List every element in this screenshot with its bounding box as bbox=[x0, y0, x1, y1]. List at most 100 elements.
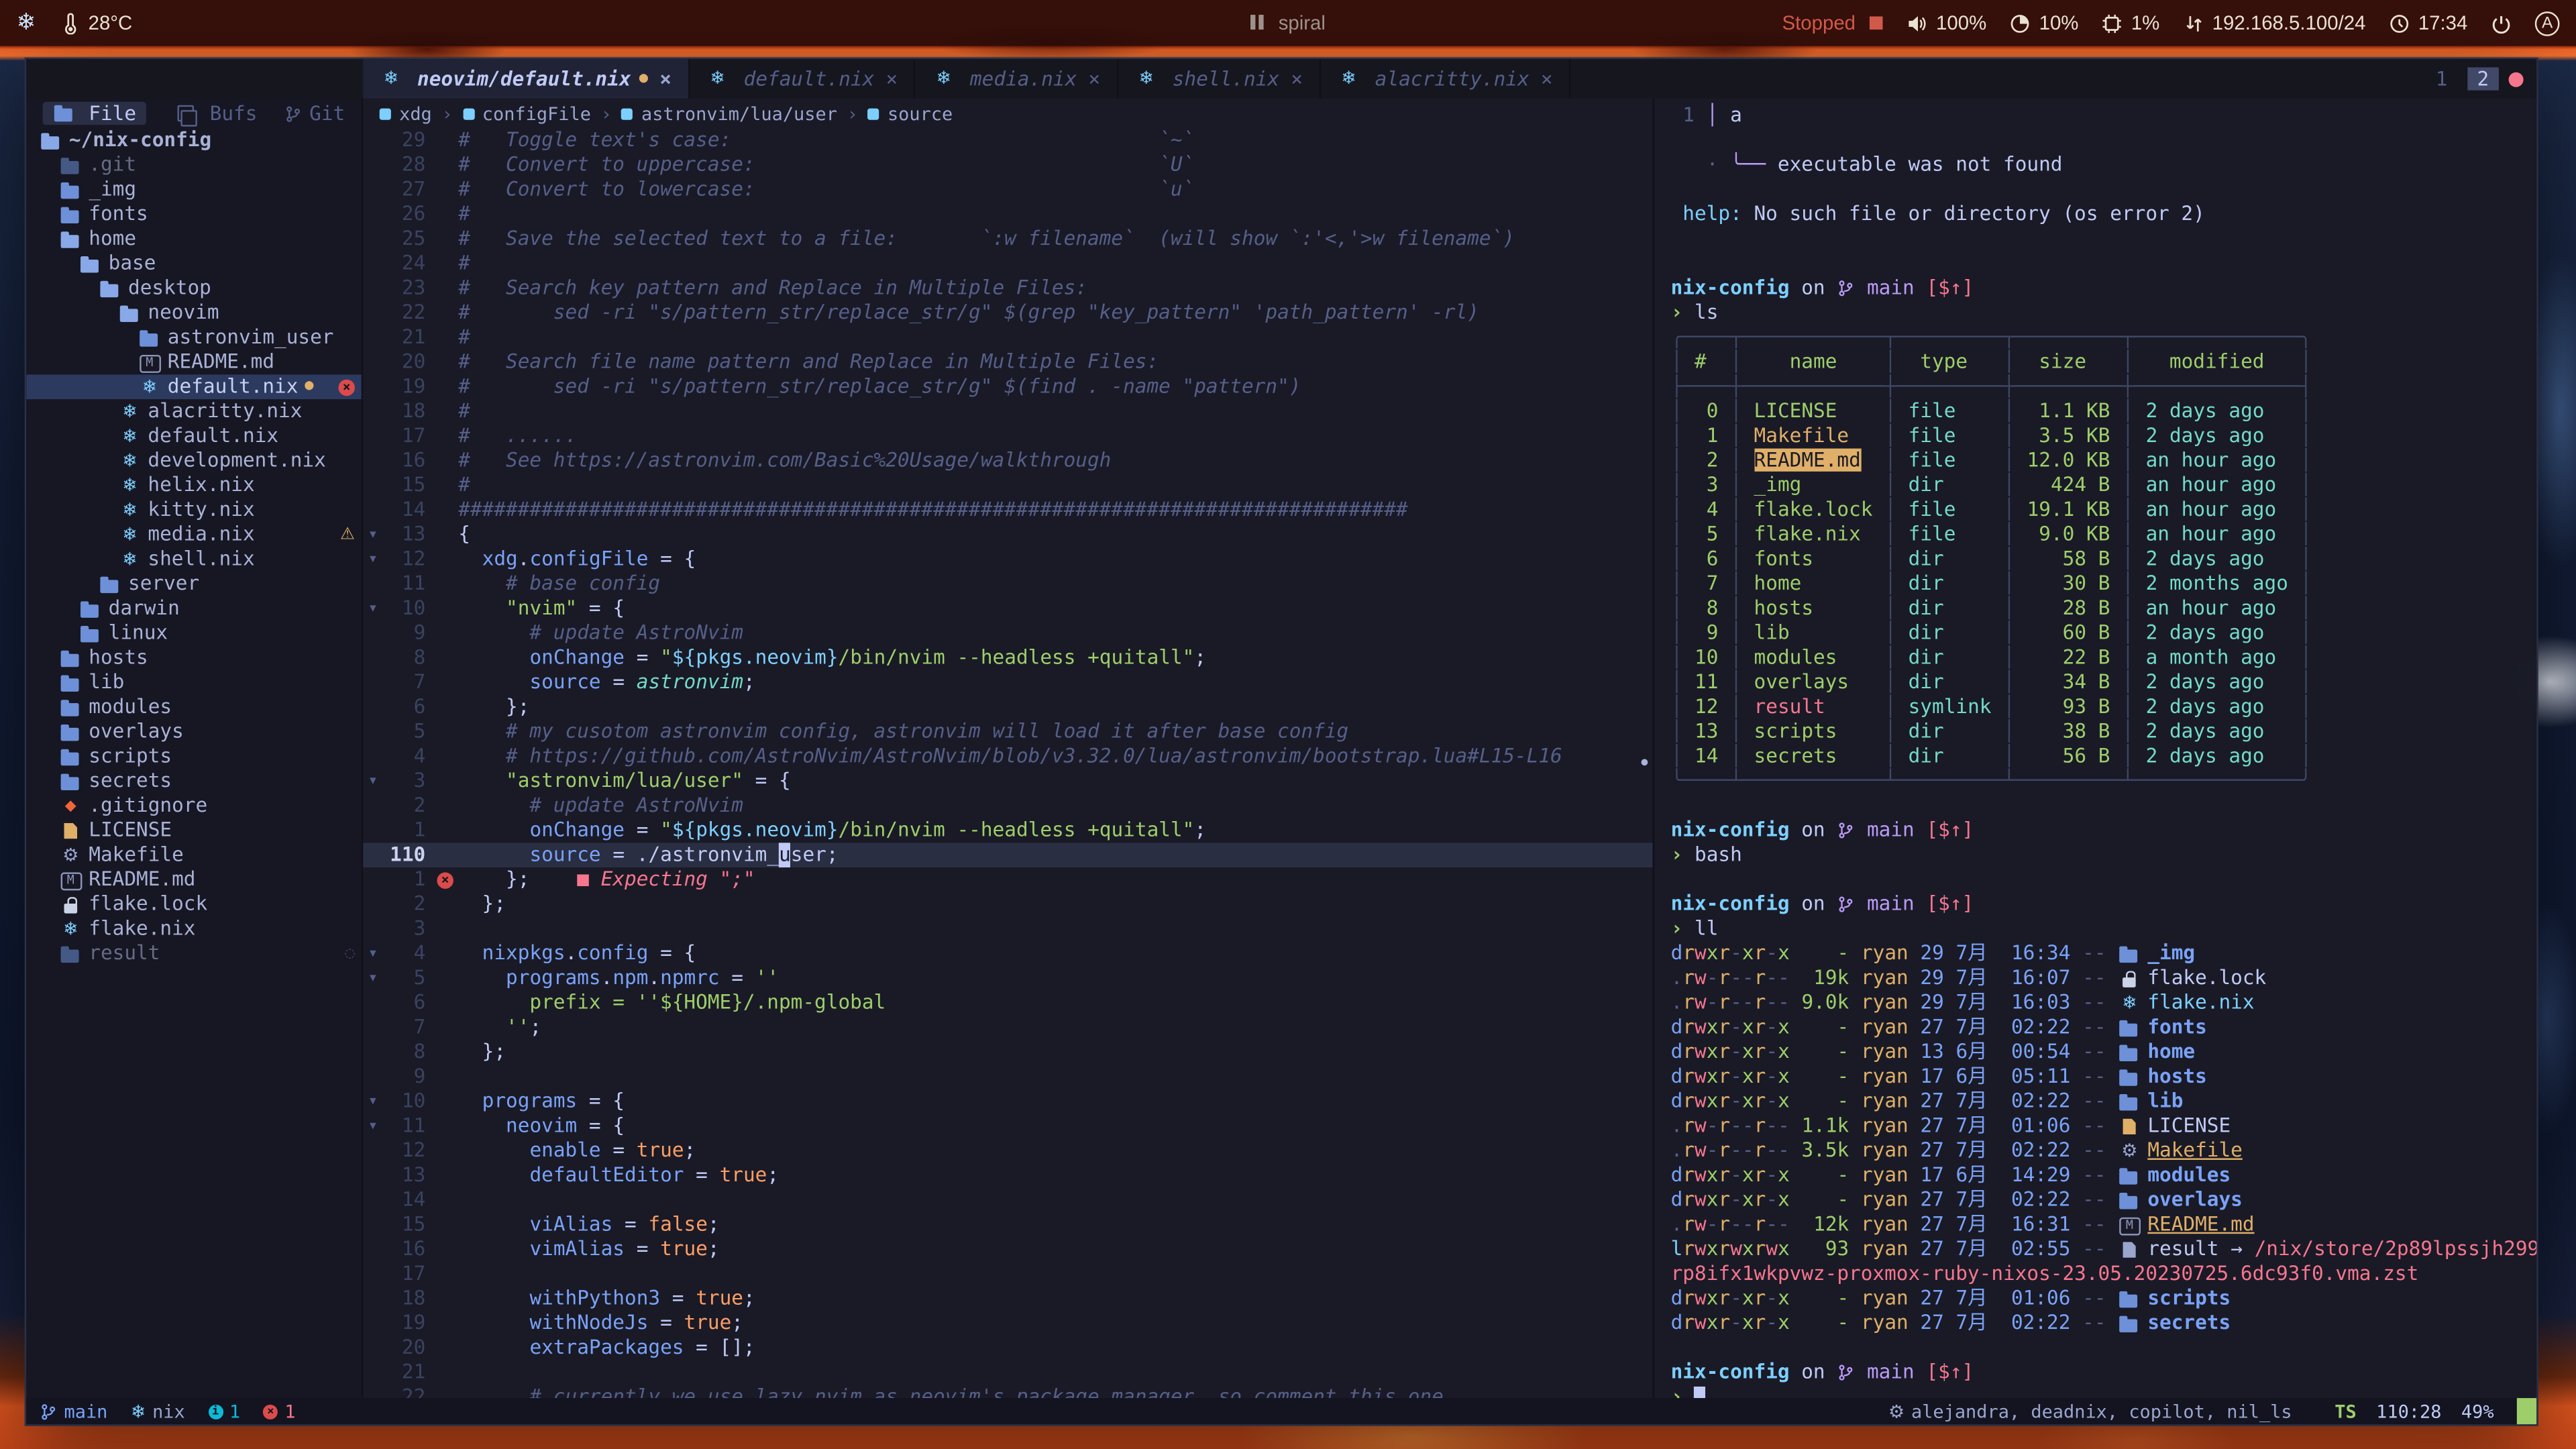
line-number: 2 bbox=[383, 794, 432, 818]
fold-column bbox=[363, 744, 382, 769]
buffer-tab-alacritty.nix[interactable]: ❄alacritty.nix× bbox=[1321, 59, 1571, 99]
line-number: 6 bbox=[383, 991, 432, 1016]
fold-column bbox=[363, 1065, 382, 1089]
tree-item-linux[interactable]: linux bbox=[26, 621, 362, 646]
close-buffer-icon[interactable]: × bbox=[1291, 67, 1303, 90]
thermometer-icon bbox=[59, 12, 80, 34]
fold-column bbox=[363, 153, 382, 178]
tree-item-neovim[interactable]: neovim bbox=[26, 301, 362, 325]
line-number: 20 bbox=[383, 350, 432, 375]
network-widget[interactable]: 192.168.5.100/24 bbox=[2183, 11, 2366, 34]
buffer-tab-shell.nix[interactable]: ❄shell.nix× bbox=[1118, 59, 1321, 99]
tree-item-default.nix[interactable]: ❄default.nix●× bbox=[26, 374, 362, 399]
tree-item-development.nix[interactable]: ❄development.nix bbox=[26, 449, 362, 474]
fold-column bbox=[363, 350, 382, 375]
diagnostic-error-segment[interactable]: × 1 bbox=[263, 1401, 295, 1422]
fold-column bbox=[363, 424, 382, 449]
tree-item-shell.nix[interactable]: ❄shell.nix bbox=[26, 547, 362, 572]
terminal-line bbox=[1671, 252, 2538, 276]
nix-icon: ❄ bbox=[118, 549, 141, 569]
close-buffer-icon[interactable]: × bbox=[1088, 67, 1100, 90]
tree-item-fonts[interactable]: fonts bbox=[26, 202, 362, 227]
tree-item-helix.nix[interactable]: ❄helix.nix bbox=[26, 473, 362, 498]
nixos-logo-icon[interactable]: ❄ bbox=[16, 10, 36, 36]
tabpage-1[interactable]: 1 bbox=[2426, 67, 2457, 90]
line-number: 18 bbox=[383, 399, 432, 424]
lsp-clients: alejandra, deadnix, copilot, nil_ls bbox=[1911, 1401, 2292, 1422]
tree-item-.git[interactable]: .git bbox=[26, 153, 362, 178]
tree-item-server[interactable]: server bbox=[26, 572, 362, 596]
close-window-icon[interactable] bbox=[2509, 72, 2524, 87]
tree-item-default.nix[interactable]: ❄default.nix bbox=[26, 424, 362, 449]
tree-item-darwin[interactable]: darwin bbox=[26, 596, 362, 621]
tree-item-LICENSE[interactable]: LICENSE bbox=[26, 818, 362, 843]
ls-table-row: │ 2 │ README.md │ file │ 12.0 KB │ an ho… bbox=[1671, 449, 2538, 474]
line-number: 23 bbox=[383, 276, 432, 301]
buffer-tab-media.nix[interactable]: ❄media.nix× bbox=[916, 59, 1118, 99]
lsp-clients-segment[interactable]: ⚙ alejandra, deadnix, copilot, nil_ls bbox=[1888, 1401, 2292, 1422]
terminal-pane[interactable]: 1 │ a · ╰── executable was not found hel… bbox=[1653, 99, 2538, 1398]
fold-open-icon: ▾ bbox=[363, 966, 382, 991]
keyboard-layout-indicator[interactable]: A bbox=[2535, 11, 2560, 36]
tree-item-secrets[interactable]: secrets bbox=[26, 769, 362, 794]
code-line: 23# Search key pattern and Replace in Mu… bbox=[363, 276, 1652, 301]
tree-item-result[interactable]: result◌ bbox=[26, 941, 362, 966]
lock-icon bbox=[2118, 969, 2141, 988]
tree-item-modules[interactable]: modules bbox=[26, 695, 362, 720]
close-buffer-icon[interactable]: × bbox=[659, 67, 672, 90]
breadcrumb-item: configFile bbox=[462, 103, 591, 124]
code-line: 21 bbox=[363, 1360, 1652, 1385]
git-branch-segment[interactable]: main bbox=[40, 1401, 108, 1422]
tree-root[interactable]: ~/nix-config bbox=[26, 128, 362, 153]
editor[interactable]: xdg›configFile›astronvim/lua/user›source… bbox=[363, 99, 1652, 1398]
tree-item-alacritty.nix[interactable]: ❄alacritty.nix bbox=[26, 399, 362, 424]
buffer-tab-default.nix[interactable]: ❄default.nix× bbox=[690, 59, 916, 99]
scrollbar-dot[interactable] bbox=[1642, 759, 1648, 765]
volume-widget[interactable]: 100% bbox=[1907, 11, 1986, 34]
line-number: 15 bbox=[383, 473, 432, 498]
tree-item-overlays[interactable]: overlays bbox=[26, 720, 362, 745]
tab-git[interactable]: Git bbox=[284, 102, 345, 125]
pause-icon bbox=[1250, 11, 1267, 34]
diagnostic-info-segment[interactable]: i 1 bbox=[208, 1401, 240, 1422]
line-number: 24 bbox=[383, 252, 432, 276]
tab-file[interactable]: File bbox=[43, 102, 146, 125]
git-branch-icon bbox=[1837, 1364, 1855, 1382]
tree-item-_img[interactable]: _img bbox=[26, 177, 362, 202]
recorder-widget[interactable]: Stopped bbox=[1782, 11, 1884, 34]
tree-item-hosts[interactable]: hosts bbox=[26, 645, 362, 670]
media-widget[interactable]: spiral bbox=[1250, 11, 1326, 34]
tree-item-home[interactable]: home bbox=[26, 227, 362, 252]
close-buffer-icon[interactable]: × bbox=[1541, 67, 1553, 90]
buffers-icon bbox=[174, 103, 197, 123]
ll-row: rp8ifx1wkpvwz-proxmox-ruby-nixos-23.05.2… bbox=[1671, 1262, 2538, 1287]
tree-item-.gitignore[interactable]: ◆.gitignore bbox=[26, 794, 362, 818]
tree-item-flake.lock[interactable]: flake.lock bbox=[26, 892, 362, 917]
fold-open-icon: ▾ bbox=[363, 547, 382, 572]
code-line: ▾10 "nvim" = { bbox=[363, 596, 1652, 621]
code-line: 24# bbox=[363, 252, 1652, 276]
tree-item-Makefile[interactable]: ⚙Makefile bbox=[26, 843, 362, 867]
ls-table-row: │ 1 │ Makefile │ file │ 3.5 KB │ 2 days … bbox=[1671, 424, 2538, 449]
tree-item-base[interactable]: base bbox=[26, 252, 362, 276]
tree-item-astronvim_user[interactable]: astronvim_user bbox=[26, 325, 362, 350]
tree-item-media.nix[interactable]: ❄media.nix⚠ bbox=[26, 523, 362, 547]
tree-item-kitty.nix[interactable]: ❄kitty.nix bbox=[26, 498, 362, 523]
fold-column bbox=[363, 473, 382, 498]
power-button[interactable] bbox=[2491, 12, 2512, 34]
code-line: 110 source = ./astronvim_user; bbox=[363, 843, 1652, 867]
code-area[interactable]: 29# Toggle text's case: `~` 28# Convert … bbox=[363, 128, 1652, 1398]
close-buffer-icon[interactable]: × bbox=[885, 67, 898, 90]
tree-item-desktop[interactable]: desktop bbox=[26, 276, 362, 301]
media-title: spiral bbox=[1279, 11, 1326, 34]
tree-item-scripts[interactable]: scripts bbox=[26, 744, 362, 769]
tree-item-lib[interactable]: lib bbox=[26, 670, 362, 695]
tabpage-2[interactable]: 2 bbox=[2467, 67, 2499, 90]
tab-bufs[interactable]: Bufs bbox=[174, 102, 258, 125]
fold-column bbox=[363, 1360, 382, 1385]
tree-item-README.md[interactable]: README.md bbox=[26, 350, 362, 375]
fold-column bbox=[363, 1212, 382, 1237]
tree-item-README.md[interactable]: README.md bbox=[26, 867, 362, 892]
tree-item-flake.nix[interactable]: ❄flake.nix bbox=[26, 917, 362, 942]
buffer-tab-neovim/default.nix[interactable]: ❄neovim/default.nix●× bbox=[363, 59, 690, 99]
